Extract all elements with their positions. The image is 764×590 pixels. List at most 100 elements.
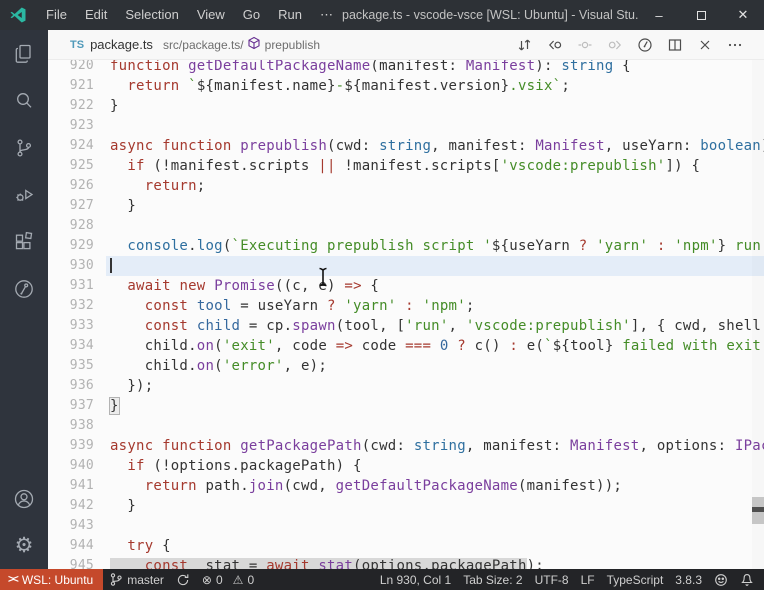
- line-number[interactable]: 928: [48, 216, 106, 236]
- line-number[interactable]: 922: [48, 96, 106, 116]
- vertical-scrollbar[interactable]: [752, 60, 764, 569]
- line-number[interactable]: 935: [48, 356, 106, 376]
- sync-changes-button[interactable]: [170, 569, 196, 590]
- line-text[interactable]: }: [106, 196, 764, 216]
- activity-explorer[interactable]: [0, 30, 48, 77]
- maximize-button[interactable]: [680, 0, 722, 30]
- line-text[interactable]: async function getPackagePath(cwd: strin…: [106, 436, 764, 456]
- activity-settings[interactable]: ⚙: [0, 522, 48, 569]
- activity-remote-explorer[interactable]: [0, 265, 48, 312]
- line-text[interactable]: [106, 516, 764, 536]
- line-text[interactable]: function getDefaultPackageName(manifest:…: [106, 60, 764, 76]
- close-editor-icon: [697, 37, 713, 53]
- line-number[interactable]: 933: [48, 316, 106, 336]
- minimize-button[interactable]: –: [638, 0, 680, 30]
- line-text[interactable]: console.log(`Executing prepublish script…: [106, 236, 764, 256]
- line-number[interactable]: 921: [48, 76, 106, 96]
- line-text[interactable]: if (!manifest.scripts || !manifest.scrip…: [106, 156, 764, 176]
- encoding-item[interactable]: UTF-8: [529, 569, 575, 590]
- line-number[interactable]: 944: [48, 536, 106, 556]
- line-text[interactable]: async function prepublish(cwd: string, m…: [106, 136, 764, 156]
- line-text[interactable]: try {: [106, 536, 764, 556]
- language-mode-item[interactable]: TypeScript: [601, 569, 670, 590]
- line-text[interactable]: await new Promise((c, e) => {: [106, 276, 764, 296]
- line-number[interactable]: 943: [48, 516, 106, 536]
- activity-run-and-debug[interactable]: [0, 171, 48, 218]
- line-text[interactable]: }: [106, 96, 764, 116]
- line-text[interactable]: const child = cp.spawn(tool, ['run', 'vs…: [106, 316, 764, 336]
- indentation-item[interactable]: Tab Size: 2: [457, 569, 528, 590]
- breadcrumb-symbol[interactable]: prepublish: [265, 38, 320, 52]
- line-number[interactable]: 925: [48, 156, 106, 176]
- menu-selection[interactable]: Selection: [116, 0, 187, 30]
- activity-source-control[interactable]: [0, 124, 48, 171]
- line-number[interactable]: 929: [48, 236, 106, 256]
- activity-search[interactable]: [0, 77, 48, 124]
- line-text[interactable]: return `${manifest.name}-${manifest.vers…: [106, 76, 764, 96]
- line-text[interactable]: });: [106, 376, 764, 396]
- line-text[interactable]: [106, 256, 764, 276]
- line-number[interactable]: 930: [48, 256, 106, 276]
- line-number[interactable]: 932: [48, 296, 106, 316]
- eol-item[interactable]: LF: [575, 569, 601, 590]
- line-text[interactable]: child.on('error', e);: [106, 356, 764, 376]
- branch-icon: [109, 572, 123, 587]
- line-number[interactable]: 938: [48, 416, 106, 436]
- typescript-version-item[interactable]: 3.8.3: [669, 569, 708, 590]
- open-changes-button[interactable]: [510, 32, 540, 58]
- cursor-position-item[interactable]: Ln 930, Col 1: [374, 569, 457, 590]
- line-number[interactable]: 934: [48, 336, 106, 356]
- line-number[interactable]: 941: [48, 476, 106, 496]
- tab-package-ts[interactable]: package.ts: [90, 37, 153, 52]
- close-editor-button[interactable]: [690, 32, 720, 58]
- breadcrumb-path[interactable]: src/package.ts/: [163, 38, 244, 52]
- line-number[interactable]: 926: [48, 176, 106, 196]
- line-text[interactable]: const _stat = await stat(options.package…: [106, 556, 764, 569]
- line-number[interactable]: 939: [48, 436, 106, 456]
- run-and-debug-icon: [12, 183, 36, 207]
- line-text[interactable]: return path.join(cwd, getDefaultPackageN…: [106, 476, 764, 496]
- menu-run[interactable]: Run: [269, 0, 311, 30]
- code-line-923: 923: [48, 116, 764, 136]
- feedback-button[interactable]: [708, 569, 734, 590]
- more-actions-button[interactable]: [720, 32, 750, 58]
- split-editor-button[interactable]: [660, 32, 690, 58]
- line-number[interactable]: 924: [48, 136, 106, 156]
- line-number[interactable]: 940: [48, 456, 106, 476]
- notifications-button[interactable]: [734, 569, 760, 590]
- line-number[interactable]: 920: [48, 60, 106, 76]
- line-text[interactable]: const tool = useYarn ? 'yarn' : 'npm';: [106, 296, 764, 316]
- line-number[interactable]: 942: [48, 496, 106, 516]
- line-text[interactable]: if (!options.packagePath) {: [106, 456, 764, 476]
- menu-view[interactable]: View: [188, 0, 234, 30]
- go-forward-button: [600, 32, 630, 58]
- line-number[interactable]: 937: [48, 396, 106, 416]
- run-code-button[interactable]: [630, 32, 660, 58]
- close-button[interactable]: ✕: [722, 0, 764, 30]
- line-number[interactable]: 945: [48, 556, 106, 569]
- remote-label: WSL: Ubuntu: [22, 573, 93, 587]
- line-number[interactable]: 936: [48, 376, 106, 396]
- git-branch-item[interactable]: master: [103, 569, 170, 590]
- vscode-logo-icon: [9, 6, 27, 24]
- activity-accounts[interactable]: [0, 475, 48, 522]
- menu-edit[interactable]: Edit: [76, 0, 116, 30]
- activity-extensions[interactable]: [0, 218, 48, 265]
- menu-file[interactable]: File: [37, 0, 76, 30]
- line-number[interactable]: 927: [48, 196, 106, 216]
- line-text[interactable]: }: [106, 396, 764, 416]
- code-editor[interactable]: 920function getDefaultPackageName(manife…: [48, 60, 764, 569]
- line-text[interactable]: [106, 216, 764, 236]
- line-text[interactable]: }: [106, 496, 764, 516]
- problems-item[interactable]: ⊗ 0 ⚠ 0: [196, 569, 260, 590]
- remote-indicator[interactable]: >< WSL: Ubuntu: [0, 569, 103, 590]
- line-number[interactable]: 931: [48, 276, 106, 296]
- line-number[interactable]: 923: [48, 116, 106, 136]
- go-back-button[interactable]: [540, 32, 570, 58]
- line-text[interactable]: [106, 416, 764, 436]
- line-text[interactable]: return;: [106, 176, 764, 196]
- menu-more[interactable]: ⋯: [311, 0, 342, 30]
- line-text[interactable]: [106, 116, 764, 136]
- line-text[interactable]: child.on('exit', code => code === 0 ? c(…: [106, 336, 764, 356]
- menu-go[interactable]: Go: [234, 0, 269, 30]
